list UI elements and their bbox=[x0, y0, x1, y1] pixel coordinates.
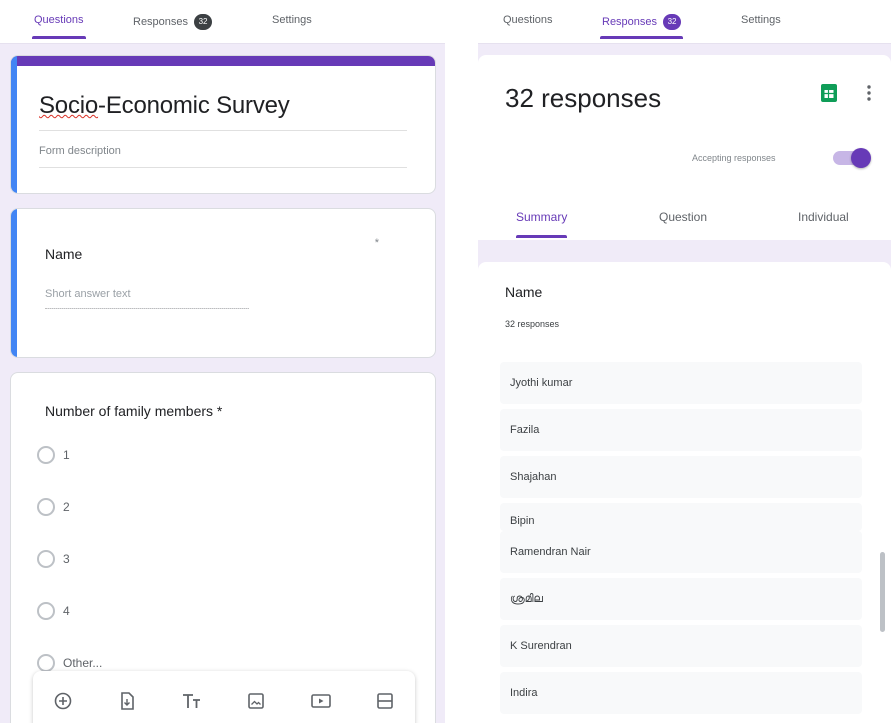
tab-questions[interactable]: Questions bbox=[503, 14, 553, 26]
required-asterisk: * bbox=[374, 237, 379, 249]
subtab-active-indicator bbox=[516, 235, 568, 238]
tab-responses[interactable]: Responses 32 bbox=[133, 14, 213, 30]
short-answer-underline bbox=[45, 308, 249, 309]
radio-circle-icon bbox=[37, 654, 55, 672]
form-title-rest: -Economic Survey bbox=[98, 92, 290, 119]
subtab-question-label: Question bbox=[659, 210, 708, 224]
title-card-accent bbox=[11, 56, 435, 66]
responses-count-badge: 32 bbox=[663, 14, 682, 30]
responses-pane: Questions Responses 32 Settings 32 respo… bbox=[478, 0, 891, 723]
tab-responses-label: Responses bbox=[602, 16, 658, 28]
add-image-icon[interactable] bbox=[238, 683, 274, 719]
responses-count-badge: 32 bbox=[194, 14, 213, 30]
list-item: ശ്രമില bbox=[500, 578, 862, 620]
add-video-icon[interactable] bbox=[303, 683, 339, 719]
tab-questions[interactable]: Questions bbox=[32, 14, 86, 39]
more-vert-icon[interactable] bbox=[862, 83, 876, 103]
list-item: Fazila bbox=[500, 409, 862, 451]
option-label: 2 bbox=[63, 500, 70, 514]
list-scrollbar[interactable] bbox=[880, 552, 885, 632]
editor-tab-bar: Questions Responses 32 Settings bbox=[0, 0, 445, 44]
title-underline bbox=[39, 130, 407, 131]
responses-count-title: 32 responses bbox=[505, 83, 662, 113]
option-label: 3 bbox=[63, 552, 70, 566]
responses-list[interactable]: Jyothi kumar Fazila Shajahan Bipin Ramen… bbox=[500, 362, 862, 719]
floating-toolbar bbox=[33, 671, 415, 723]
tab-settings[interactable]: Settings bbox=[272, 14, 312, 26]
option-label: 4 bbox=[63, 604, 70, 618]
option-label: Other... bbox=[63, 656, 103, 670]
summary-question-card: Name 32 responses Jyothi kumar Fazila Sh… bbox=[478, 262, 891, 723]
radio-circle-icon bbox=[37, 498, 55, 516]
tab-questions-label: Questions bbox=[34, 14, 84, 26]
tab-responses[interactable]: Responses 32 bbox=[600, 14, 684, 39]
tab-settings-label: Settings bbox=[272, 14, 312, 26]
option-3[interactable]: 3 bbox=[37, 550, 70, 568]
subtab-summary[interactable]: Summary bbox=[516, 210, 568, 238]
accepting-responses-label: Accepting responses bbox=[692, 153, 776, 163]
sheets-icon[interactable] bbox=[819, 83, 839, 103]
accepting-responses-toggle[interactable] bbox=[833, 148, 871, 168]
form-title[interactable]: Socio-Economic Survey bbox=[39, 92, 290, 120]
question-card-name[interactable]: Name * Short answer text bbox=[10, 208, 436, 358]
import-questions-icon[interactable] bbox=[109, 683, 145, 719]
description-underline bbox=[39, 167, 407, 168]
short-answer-placeholder: Short answer text bbox=[45, 288, 131, 300]
subtab-question[interactable]: Question bbox=[659, 210, 707, 224]
tab-settings-label: Settings bbox=[741, 14, 781, 26]
tab-active-indicator bbox=[32, 36, 86, 39]
option-other[interactable]: Other... bbox=[37, 654, 102, 672]
list-item: Indira bbox=[500, 672, 862, 714]
form-editor-pane: Questions Responses 32 Settings Socio-Ec… bbox=[0, 0, 445, 723]
question-title: Number of family members * bbox=[45, 403, 223, 419]
tab-questions-label: Questions bbox=[503, 14, 553, 26]
summary-question-title: Name bbox=[505, 284, 543, 300]
subtab-individual-label: Individual bbox=[798, 210, 849, 224]
tab-active-indicator bbox=[600, 36, 684, 39]
summary-response-count: 32 responses bbox=[505, 319, 560, 329]
screenshot-divider bbox=[445, 0, 478, 723]
option-label: 1 bbox=[63, 448, 70, 462]
list-item: K Surendran bbox=[500, 625, 862, 667]
radio-circle-icon bbox=[37, 602, 55, 620]
add-section-icon[interactable] bbox=[367, 683, 403, 719]
responses-header-card: 32 responses Accepting responses Summary… bbox=[478, 55, 891, 240]
subtab-individual[interactable]: Individual bbox=[798, 210, 849, 224]
radio-circle-icon bbox=[37, 550, 55, 568]
form-title-spellcheck: Socio bbox=[39, 92, 99, 119]
list-item: Shajahan bbox=[500, 456, 862, 498]
responses-tab-bar: Questions Responses 32 Settings bbox=[478, 0, 891, 44]
active-card-indicator bbox=[11, 209, 17, 357]
add-title-icon[interactable] bbox=[174, 683, 210, 719]
list-item: Ramendran Nair bbox=[500, 531, 862, 573]
list-item: Bipin bbox=[500, 503, 862, 531]
question-title: Name bbox=[45, 246, 83, 262]
form-description[interactable]: Form description bbox=[39, 145, 121, 157]
option-4[interactable]: 4 bbox=[37, 602, 70, 620]
option-1[interactable]: 1 bbox=[37, 446, 70, 464]
subtab-summary-label: Summary bbox=[516, 210, 568, 224]
radio-circle-icon bbox=[37, 446, 55, 464]
form-title-card: Socio-Economic Survey Form description bbox=[10, 55, 436, 194]
tab-responses-label: Responses bbox=[133, 16, 189, 28]
toggle-knob bbox=[851, 148, 871, 168]
active-card-indicator bbox=[11, 56, 17, 193]
option-2[interactable]: 2 bbox=[37, 498, 70, 516]
add-question-icon[interactable] bbox=[45, 683, 81, 719]
list-item: Jyothi kumar bbox=[500, 362, 862, 404]
tab-settings[interactable]: Settings bbox=[741, 14, 781, 26]
